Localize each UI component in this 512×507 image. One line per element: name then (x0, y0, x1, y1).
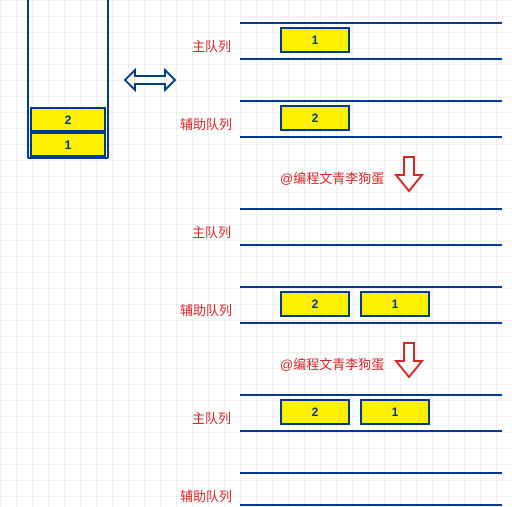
queue-box: 2 (280, 399, 350, 425)
watermark-1: @编程文青李狗蛋 (280, 168, 384, 187)
label-aux-2: 辅助队列 (180, 300, 232, 319)
queue-line (240, 136, 502, 138)
queue-line (240, 430, 502, 432)
queue-line (240, 394, 502, 396)
queue-line (240, 504, 502, 506)
queue-box: 2 (280, 291, 350, 317)
watermark-2: @编程文青李狗蛋 (280, 354, 384, 373)
queue-line (240, 22, 502, 24)
queue-line (240, 286, 502, 288)
double-arrow-icon (120, 65, 180, 95)
queue-line (240, 322, 502, 324)
label-main-1: 主队列 (192, 36, 231, 55)
stack-cell-top: 2 (30, 107, 106, 132)
queue-line (240, 208, 502, 210)
queue-line (240, 244, 502, 246)
queue-line (240, 58, 502, 60)
stack-cell-bottom: 1 (30, 132, 106, 157)
down-arrow-icon (394, 155, 424, 195)
queue-box: 2 (280, 105, 350, 131)
queue-box: 1 (360, 291, 430, 317)
queue-box: 1 (280, 27, 350, 53)
queue-line (240, 100, 502, 102)
label-aux-3: 辅助队列 (180, 486, 232, 505)
label-main-3: 主队列 (192, 408, 231, 427)
label-main-2: 主队列 (192, 222, 231, 241)
down-arrow-icon (394, 341, 424, 381)
label-aux-1: 辅助队列 (180, 114, 232, 133)
queue-box: 1 (360, 399, 430, 425)
queue-line (240, 472, 502, 474)
